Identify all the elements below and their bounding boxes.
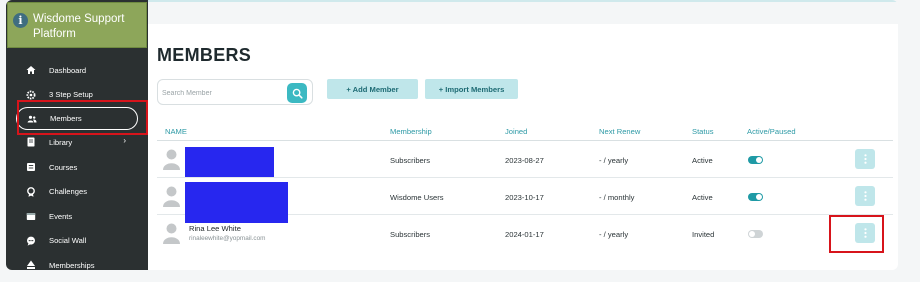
app-window: i Wisdome Support Platform Dashboard 3 S…: [6, 0, 898, 270]
membership-cell: Subscribers: [390, 156, 431, 165]
status-cell: Active: [692, 156, 713, 165]
member-name[interactable]: Rina Lee White: [189, 224, 241, 233]
membership-cell: Subscribers: [390, 230, 431, 239]
sidebar-item-social-wall[interactable]: Social Wall: [6, 229, 148, 254]
status-cell: Active: [692, 193, 713, 202]
column-header-status: Status: [692, 127, 714, 136]
import-members-button[interactable]: + Import Members: [425, 79, 518, 99]
toggle-knob: [756, 157, 762, 163]
kebab-menu-icon: [863, 191, 867, 201]
sidebar-item-label: Events: [49, 211, 73, 221]
table-header: NAME Membership Joined Next Renew Status…: [157, 121, 893, 141]
member-email: rinaleewhite@yopmail.com: [189, 235, 266, 242]
column-header-next-renew: Next Renew: [599, 127, 641, 136]
column-header-membership: Membership: [390, 127, 432, 136]
search-button[interactable]: [287, 83, 307, 103]
avatar-icon: [163, 223, 180, 244]
active-toggle[interactable]: [748, 230, 763, 238]
sidebar-item-events[interactable]: Events: [6, 204, 148, 229]
sidebar-nav: Dashboard 3 Step Setup Members Library ›…: [6, 58, 148, 270]
column-header-active-paused: Active/Paused: [747, 127, 796, 136]
sidebar-item-dashboard[interactable]: Dashboard: [6, 58, 148, 83]
row-actions-button[interactable]: [855, 186, 875, 206]
joined-cell: 2023-08-27: [505, 156, 544, 165]
status-cell: Invited: [692, 230, 715, 239]
sidebar-item-label: Social Wall: [49, 236, 87, 246]
column-header-joined: Joined: [505, 127, 528, 136]
sidebar-item-label: Courses: [49, 162, 78, 172]
table-row: Subscribers 2023-08-27 - / yearly Active: [157, 141, 893, 178]
gear-icon: [26, 90, 36, 100]
brand-title: Wisdome Support Platform: [33, 13, 125, 40]
main-content: MEMBERS + Add Member + Import Members NA…: [148, 0, 898, 270]
brand-header[interactable]: i Wisdome Support Platform: [7, 2, 147, 48]
joined-cell: 2024-01-17: [505, 230, 544, 239]
search-icon: [292, 88, 303, 99]
chat-icon: [26, 236, 36, 246]
search-input[interactable]: [162, 85, 280, 101]
toggle-knob: [749, 231, 755, 237]
sidebar-item-courses[interactable]: Courses: [6, 155, 148, 180]
row-actions-button[interactable]: [855, 149, 875, 169]
next-renew-cell: - / yearly: [599, 230, 629, 239]
sidebar-item-challenges[interactable]: Challenges: [6, 179, 148, 204]
sidebar-item-label: 3 Step Setup: [49, 90, 93, 100]
home-icon: [26, 65, 36, 75]
sidebar-item-label: Dashboard: [49, 65, 87, 75]
active-toggle[interactable]: [748, 156, 763, 164]
membership-cell: Wisdome Users: [390, 193, 444, 202]
highlight-box-row-actions: [829, 215, 884, 253]
top-bar: [148, 0, 898, 24]
highlight-box-members: [17, 100, 148, 135]
events-icon: [26, 211, 36, 221]
column-header-name: NAME: [165, 127, 187, 136]
membership-icon: [26, 260, 36, 270]
add-member-button[interactable]: + Add Member: [327, 79, 418, 99]
redacted-name: [185, 147, 274, 177]
courses-icon: [26, 162, 36, 172]
sidebar-item-label: Library: [49, 137, 73, 147]
toggle-knob: [756, 194, 762, 200]
info-icon: i: [13, 13, 28, 28]
table-row: Wisdome Users 2023-10-17 - / monthly Act…: [157, 178, 893, 223]
sidebar: i Wisdome Support Platform Dashboard 3 S…: [6, 0, 148, 270]
page-title: MEMBERS: [157, 45, 252, 65]
search-box: [157, 79, 313, 105]
book-icon: [26, 137, 36, 147]
joined-cell: 2023-10-17: [505, 193, 544, 202]
kebab-menu-icon: [863, 154, 867, 164]
chevron-right-icon: ›: [123, 136, 126, 146]
sidebar-item-label: Memberships: [49, 260, 95, 270]
members-table: NAME Membership Joined Next Renew Status…: [157, 121, 893, 252]
avatar-icon: [163, 186, 180, 207]
table-row: Rina Lee White rinaleewhite@yopmail.com …: [157, 215, 893, 252]
avatar-icon: [163, 149, 180, 170]
next-renew-cell: - / monthly: [599, 193, 635, 202]
sidebar-item-memberships[interactable]: Memberships: [6, 253, 148, 270]
sidebar-item-label: Challenges: [49, 187, 87, 197]
next-renew-cell: - / yearly: [599, 156, 629, 165]
challenge-icon: [26, 186, 36, 197]
active-toggle[interactable]: [748, 193, 763, 201]
